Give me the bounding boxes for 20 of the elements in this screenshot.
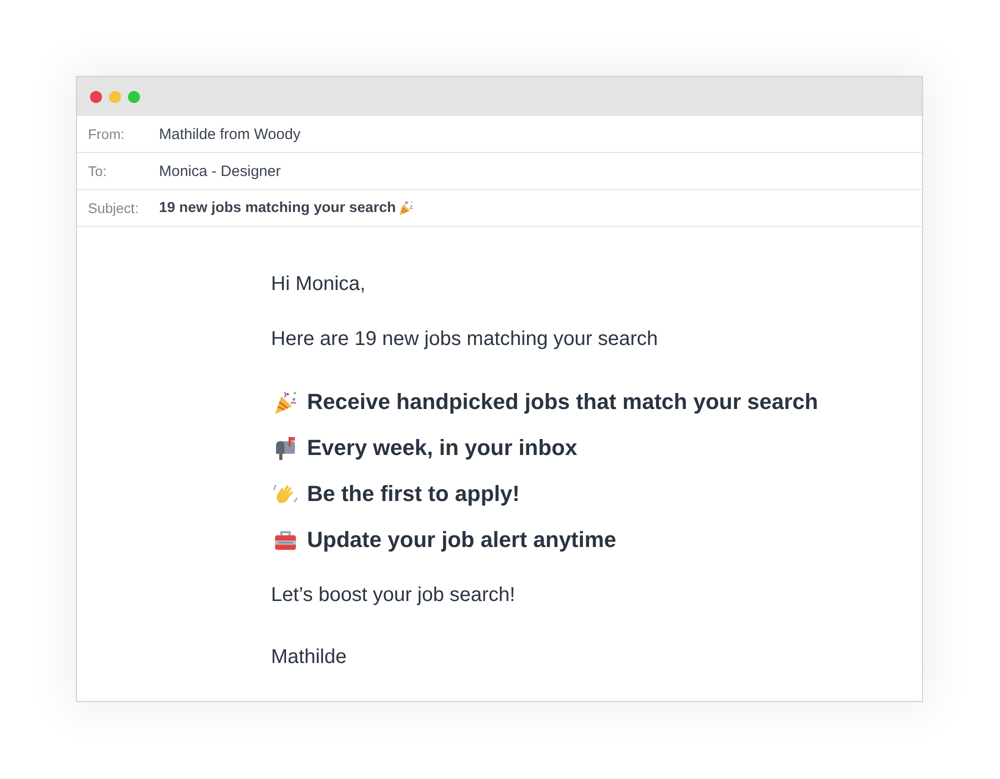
header-label: Subject: — [88, 200, 140, 216]
header-label: From: — [88, 126, 126, 142]
close-icon[interactable] — [90, 90, 102, 102]
highlight-text: Receive handpicked jobs that match your search — [307, 388, 818, 416]
header-value: Mathilde from Woody — [159, 126, 300, 142]
greeting-text: Hi Monica, — [271, 272, 366, 297]
mailbox-icon — [273, 436, 298, 460]
highlight-text: Be the first to apply! — [307, 480, 520, 508]
signature-text: Mathilde — [271, 645, 348, 670]
highlight-text: Every week, in your inbox — [307, 434, 578, 462]
header-value: Monica - Designer — [159, 162, 281, 180]
closing-text: Let’s boost your job search! — [271, 583, 516, 608]
highlight-text: Update your job alert anytime — [307, 526, 616, 554]
intro-text: Here are 19 new jobs matching your search — [271, 327, 659, 352]
party-popper-icon — [398, 200, 414, 216]
maximize-icon[interactable] — [128, 90, 140, 102]
header-label: To: — [88, 163, 108, 179]
party-popper-icon — [273, 390, 298, 414]
header-value: 19 new jobs matching your search — [159, 200, 396, 216]
minimize-icon[interactable] — [109, 90, 121, 102]
